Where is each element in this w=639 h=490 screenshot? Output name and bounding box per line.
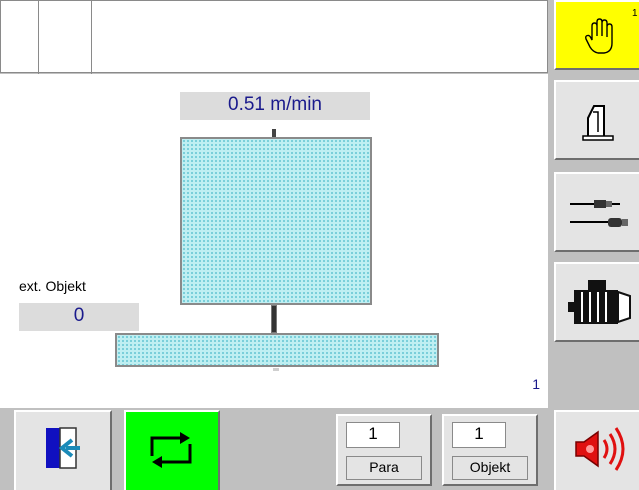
objekt-value: 1	[452, 422, 506, 448]
manual-mode-button[interactable]: 1	[554, 0, 639, 70]
lower-table	[115, 333, 439, 367]
cycle-button[interactable]	[124, 410, 220, 490]
speed-display: 0.51 m/min	[180, 92, 370, 120]
para-counter[interactable]: 1 Para	[336, 414, 432, 486]
para-value: 1	[346, 422, 400, 448]
exit-button[interactable]	[14, 410, 112, 490]
roller-shaft	[271, 305, 277, 333]
machine-stand-button[interactable]	[554, 80, 639, 160]
objekt-counter[interactable]: 1 Objekt	[442, 414, 538, 486]
motor-icon	[566, 278, 638, 330]
header-cell-2	[39, 1, 92, 74]
header-cell-1	[1, 1, 39, 74]
cycle-arrows-icon	[146, 428, 196, 472]
exit-door-icon	[40, 426, 84, 470]
header-bar	[0, 0, 548, 74]
alarm-horn-button[interactable]	[554, 410, 639, 490]
machine-stand-icon	[580, 102, 616, 142]
para-label: Para	[346, 456, 422, 480]
table-marker	[273, 368, 279, 371]
rollers-button[interactable]	[554, 172, 639, 252]
hand-superscript: 1	[632, 8, 638, 19]
objekt-label: Objekt	[452, 456, 528, 480]
upper-roller	[180, 137, 372, 305]
rollers-icon	[568, 194, 632, 234]
ext-object-value: 0	[19, 303, 139, 331]
motor-button[interactable]	[554, 262, 639, 342]
main-panel: 0.51 m/min ext. Objekt 0 1	[0, 74, 548, 408]
page-number: 1	[532, 376, 540, 392]
horn-icon	[570, 424, 630, 474]
hand-icon	[584, 16, 618, 56]
ext-object-label: ext. Objekt	[19, 278, 86, 294]
